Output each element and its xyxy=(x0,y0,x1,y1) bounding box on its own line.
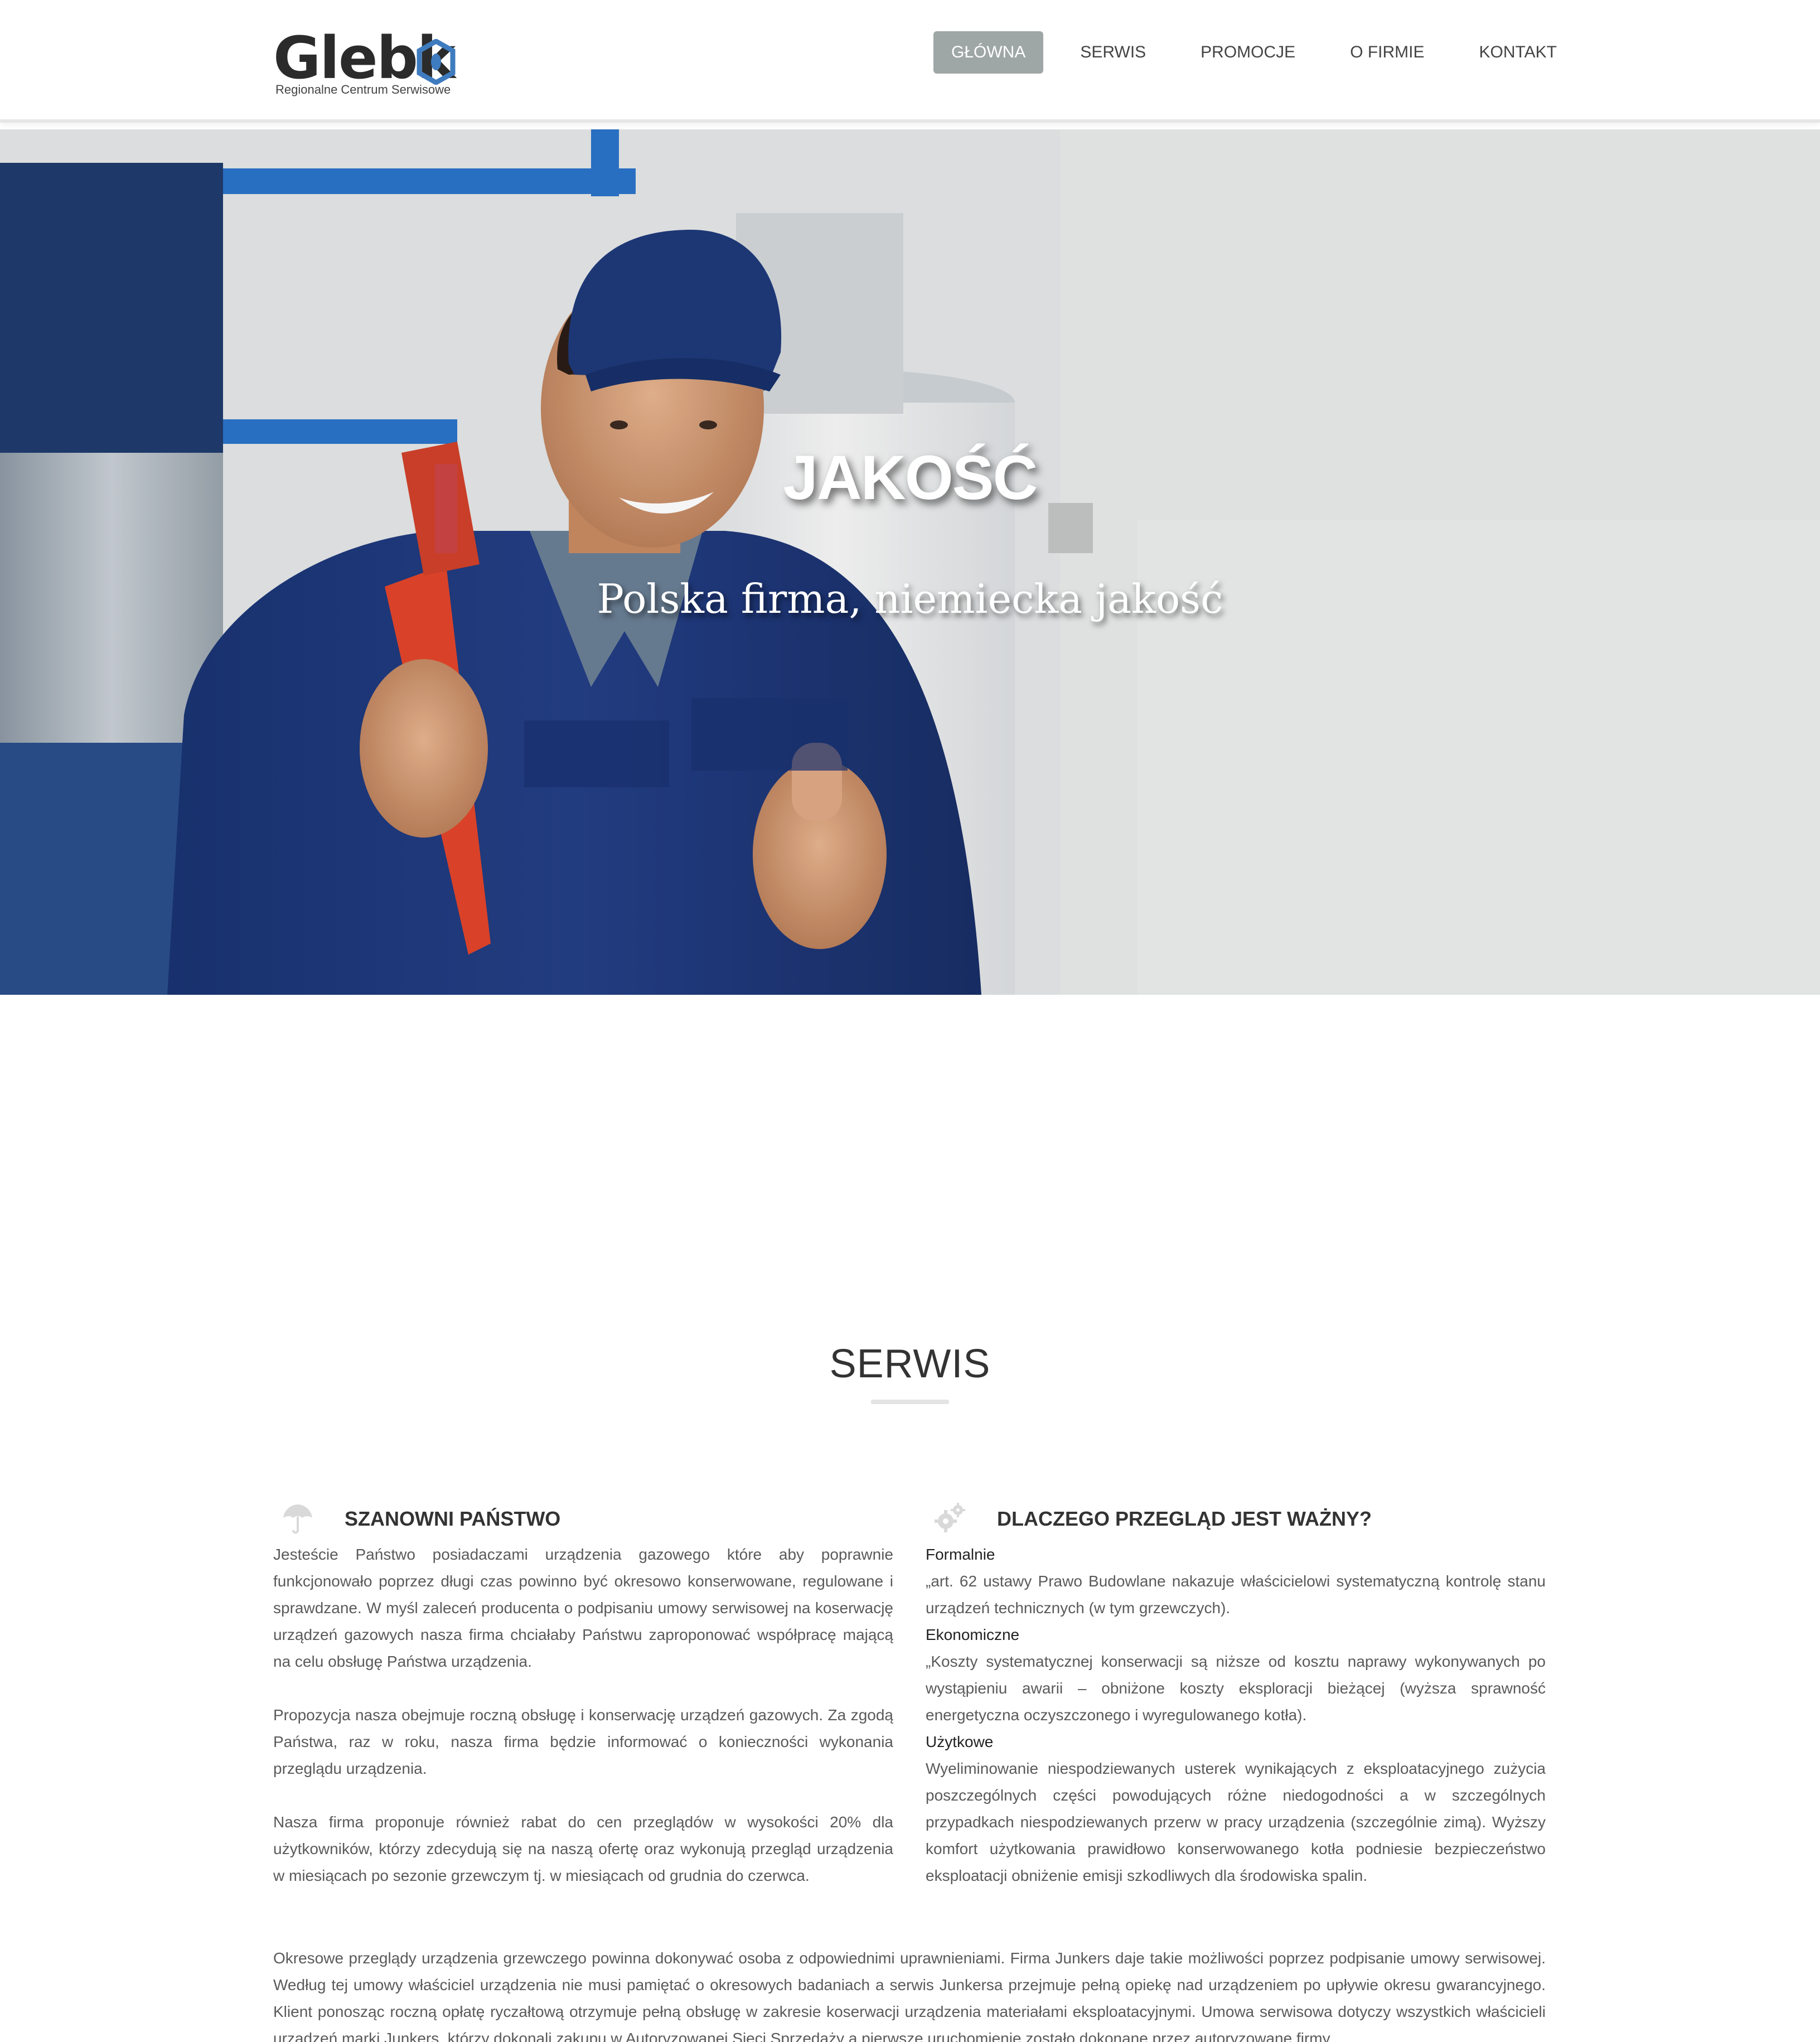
hero-title: JAKOŚĆ xyxy=(783,443,1038,512)
hero-subtitle: Polska firma, niemiecka jakość xyxy=(597,575,1223,622)
right-column-header: DLACZEGO PRZEGLĄD JEST WAŻNY? xyxy=(926,1500,1546,1538)
gears-icon xyxy=(935,1503,965,1532)
right-column: DLACZEGO PRZEGLĄD JEST WAŻNY? Formalnie … xyxy=(926,1500,1546,1889)
hero-photo xyxy=(0,129,1820,995)
reason-text-ekonomiczne: „Koszty systematycznej konserwacji są ni… xyxy=(926,1653,1546,1724)
nav-item-o-firmie[interactable]: O FIRMIE xyxy=(1332,31,1442,74)
main-nav: GŁÓWNA SERWIS PROMOCJE O FIRMIE KONTAKT xyxy=(933,31,1594,74)
reason-text-formalnie: „art. 62 ustawy Prawo Budowlane nakazuje… xyxy=(926,1572,1546,1617)
right-column-heading: DLACZEGO PRZEGLĄD JEST WAŻNY? xyxy=(997,1507,1372,1530)
logo-hexagon-icon xyxy=(417,39,456,85)
left-column-heading: SZANOWNI PAŃSTWO xyxy=(345,1507,561,1530)
nav-item-glowna[interactable]: GŁÓWNA xyxy=(933,31,1044,74)
logo[interactable]: Glebk Regionalne Centrum Serwisowe xyxy=(273,29,463,96)
section-title: SERWIS xyxy=(829,1342,991,1386)
hero-banner: JAKOŚĆ Polska firma, niemiecka jakość xyxy=(0,129,1820,995)
nav-item-serwis[interactable]: SERWIS xyxy=(1062,31,1164,74)
reason-label-formalnie: Formalnie xyxy=(926,1546,995,1563)
left-column-header: SZANOWNI PAŃSTWO xyxy=(273,1500,893,1538)
reason-text-uzytkowe: Wyeliminowanie niespodziewanych usterek … xyxy=(926,1760,1546,1884)
reason-label-uzytkowe: Użytkowe xyxy=(926,1733,994,1750)
section-title-underline xyxy=(871,1400,949,1404)
left-paragraph-1: Jesteście Państwo posiadaczami urządzeni… xyxy=(273,1546,893,1670)
bottom-paragraph: Okresowe przeglądy urządzenia grzewczego… xyxy=(273,1949,1546,2042)
left-paragraph-2: Propozycja nasza obejmuje roczną obsługę… xyxy=(273,1706,893,1777)
logo-tagline: Regionalne Centrum Serwisowe xyxy=(275,83,451,96)
left-paragraph-3: Nasza firma proponuje również rabat do c… xyxy=(273,1813,893,1884)
site-header: Glebk Regionalne Centrum Serwisowe GŁÓWN… xyxy=(0,0,1820,123)
nav-item-kontakt[interactable]: KONTAKT xyxy=(1461,31,1575,74)
left-column: SZANOWNI PAŃSTWO Jesteście Państwo posia… xyxy=(273,1500,893,1916)
nav-item-promocje[interactable]: PROMOCJE xyxy=(1183,31,1313,74)
reason-label-ekonomiczne: Ekonomiczne xyxy=(926,1626,1020,1643)
umbrella-icon xyxy=(283,1504,312,1534)
